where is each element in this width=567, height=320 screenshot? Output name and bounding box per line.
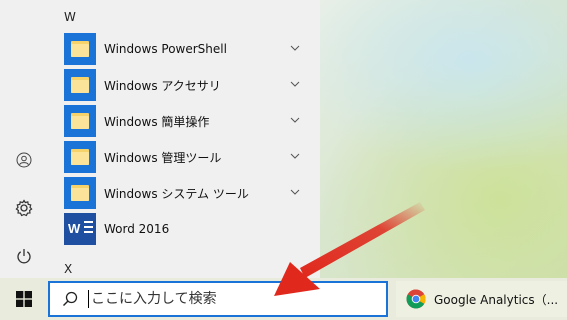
search-input[interactable]	[89, 290, 353, 308]
app-word-2016[interactable]: W Word 2016	[64, 212, 304, 246]
folder-icon	[64, 177, 96, 209]
start-menu: W Windows PowerShell Windows アクセサリ Windo…	[0, 0, 320, 278]
folder-icon	[64, 105, 96, 137]
taskbar-search-box[interactable]	[48, 281, 388, 317]
app-label: Windows システム ツール	[104, 186, 249, 201]
chevron-down-icon[interactable]	[290, 187, 300, 197]
app-windows-ease-of-access[interactable]: Windows 簡単操作	[64, 104, 304, 138]
section-header-w[interactable]: W	[64, 10, 76, 24]
chrome-icon	[406, 289, 426, 309]
taskbar-app-label: Google Analytics（...	[434, 292, 559, 307]
app-windows-system-tools[interactable]: Windows システム ツール	[64, 176, 304, 210]
taskbar-app-chrome[interactable]: Google Analytics（...	[396, 281, 567, 317]
chevron-down-icon[interactable]	[290, 79, 300, 89]
folder-icon	[64, 69, 96, 101]
taskbar: Google Analytics（...	[0, 278, 567, 320]
chevron-down-icon[interactable]	[290, 43, 300, 53]
start-menu-rail	[0, 0, 48, 278]
windows-logo-icon	[16, 291, 32, 307]
app-windows-accessories[interactable]: Windows アクセサリ	[64, 68, 304, 102]
folder-icon	[64, 33, 96, 65]
section-header-x[interactable]: X	[64, 262, 72, 276]
folder-icon	[64, 141, 96, 173]
app-label: Word 2016	[104, 222, 170, 236]
app-windows-admin-tools[interactable]: Windows 管理ツール	[64, 140, 304, 174]
app-label: Windows アクセサリ	[104, 78, 221, 93]
power-icon[interactable]	[12, 244, 36, 268]
start-button[interactable]	[0, 278, 48, 320]
chevron-down-icon[interactable]	[290, 151, 300, 161]
search-icon	[63, 291, 78, 306]
user-icon[interactable]	[12, 148, 36, 172]
app-windows-powershell[interactable]: Windows PowerShell	[64, 32, 304, 66]
chevron-down-icon[interactable]	[290, 115, 300, 125]
word-icon: W	[64, 213, 96, 245]
app-label: Windows PowerShell	[104, 42, 227, 56]
settings-gear-icon[interactable]	[12, 196, 36, 220]
app-label: Windows 簡単操作	[104, 114, 210, 129]
app-label: Windows 管理ツール	[104, 150, 222, 165]
